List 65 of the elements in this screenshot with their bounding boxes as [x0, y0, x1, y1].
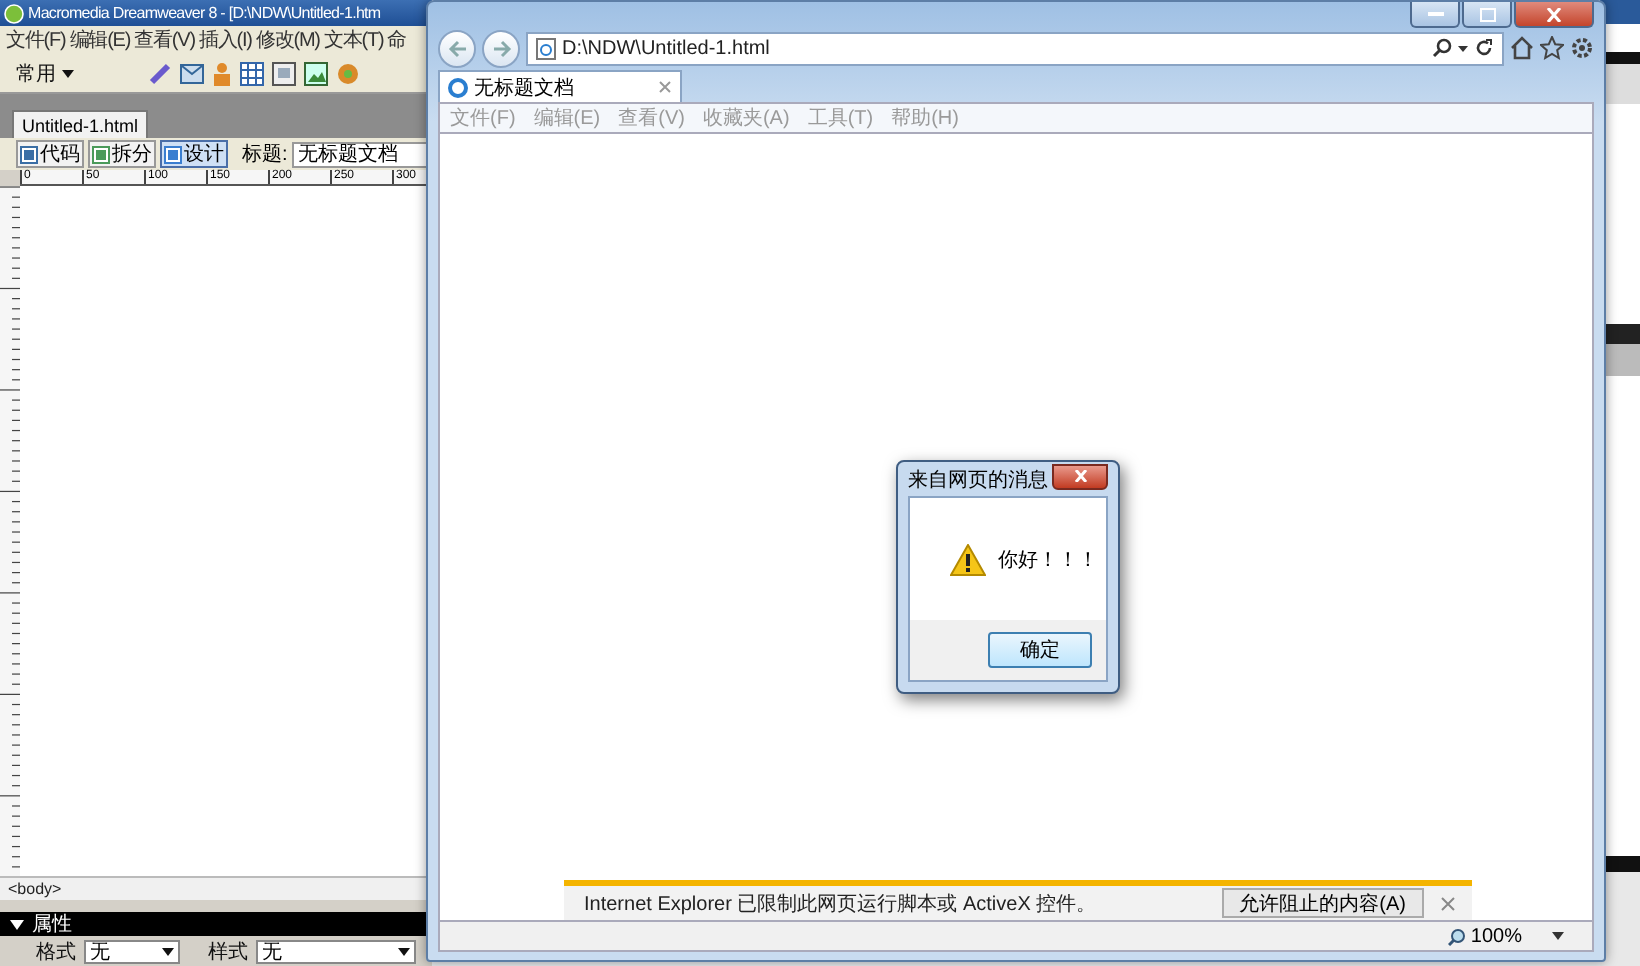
menu-item[interactable]: 编辑(E) — [69, 26, 131, 54]
dialog-title: 来自网页的消息 — [908, 467, 1048, 493]
caret-icon — [162, 947, 174, 955]
title-label: 标题: — [242, 141, 288, 168]
caret-icon — [398, 947, 410, 955]
minimize-icon — [1427, 12, 1443, 16]
star-icon — [1540, 36, 1564, 60]
maximize-button[interactable] — [1462, 2, 1512, 28]
caret-icon — [62, 69, 74, 77]
title-field[interactable]: 无标题文档 — [291, 141, 432, 167]
document-tab[interactable]: Untitled-1.html — [12, 110, 149, 138]
format-label: 格式 — [36, 939, 76, 965]
menu-item[interactable]: 文件(F) — [6, 26, 66, 54]
close-icon — [1440, 895, 1456, 911]
allow-content-button[interactable]: 允许阻止的内容(A) — [1221, 888, 1424, 918]
maximize-icon — [1479, 7, 1495, 21]
home-icon — [1510, 36, 1534, 60]
menu-item[interactable]: 插入(I) — [198, 26, 252, 54]
favorites-button[interactable] — [1540, 36, 1564, 60]
minimize-button[interactable] — [1410, 2, 1460, 28]
home-button[interactable] — [1510, 36, 1534, 60]
menu-item[interactable]: 查看(V) — [134, 26, 195, 54]
settings-icon — [1570, 36, 1594, 60]
browser-logo-icon — [448, 77, 468, 97]
info-message: Internet Explorer 已限制此网页运行脚本或 ActiveX 控件。 — [584, 891, 1099, 917]
style-dropdown[interactable]: 无 — [256, 939, 416, 963]
view-icon — [92, 145, 110, 163]
view-button[interactable]: 设计 — [160, 140, 228, 168]
caret-icon — [10, 919, 24, 929]
mail-icon — [180, 63, 204, 83]
zoom-button[interactable]: 100% — [1448, 925, 1522, 947]
dialog-message: 你好！！！ — [998, 547, 1098, 573]
table-icon — [240, 61, 264, 85]
back-arrow-icon — [447, 39, 467, 57]
menu-item[interactable]: 修改(M) — [255, 26, 320, 54]
view-icon — [164, 145, 182, 163]
close-icon — [1073, 470, 1087, 482]
view-button[interactable]: 代码 — [16, 140, 84, 168]
close-button[interactable] — [1052, 463, 1108, 489]
menu-item[interactable]: 命 — [387, 26, 407, 54]
refresh-icon[interactable] — [1474, 38, 1494, 58]
caret-icon — [1552, 932, 1564, 940]
forward-arrow-icon — [491, 39, 511, 57]
app-logo-icon — [4, 3, 24, 23]
style-label: 样式 — [208, 939, 248, 965]
warning-icon — [950, 543, 986, 575]
ok-button[interactable]: 确定 — [988, 632, 1092, 668]
image-icon — [304, 61, 328, 85]
properties-header[interactable]: 属性 — [0, 912, 432, 936]
tag-selector[interactable]: <body> — [8, 880, 62, 898]
search-icon[interactable] — [1432, 38, 1452, 58]
close-icon — [1546, 7, 1562, 21]
browser-tab[interactable]: 无标题文档 — [438, 70, 682, 102]
format-dropdown[interactable]: 无 — [84, 939, 180, 963]
view-button[interactable]: 拆分 — [88, 140, 156, 168]
caret-icon[interactable] — [1458, 45, 1468, 51]
zoom-icon — [1448, 927, 1467, 945]
view-icon — [20, 145, 38, 163]
address-field[interactable]: D:\NDW\Untitled-1.html — [526, 31, 1504, 65]
settings-button[interactable] — [1570, 36, 1594, 60]
page-icon — [536, 37, 556, 59]
close-icon[interactable] — [658, 80, 672, 94]
close-button[interactable] — [1514, 2, 1594, 28]
window-title: Macromedia Dreamweaver 8 - [D:\NDW\Untitled-1.htm — [28, 4, 381, 22]
menu-item[interactable]: 文本(T) — [323, 26, 384, 54]
